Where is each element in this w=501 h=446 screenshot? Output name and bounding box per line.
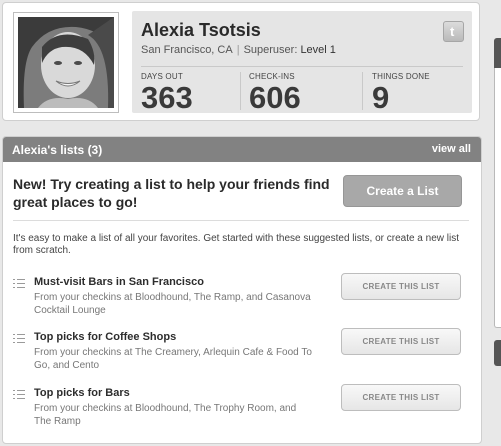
side-panel-header-edge — [494, 340, 501, 366]
user-location: San Francisco, CA — [141, 44, 233, 56]
lists-panel: Alexia's lists (3) view all New! Try cre… — [2, 136, 482, 444]
suggested-list-item: Must-visit Bars in San Francisco From yo… — [3, 273, 481, 324]
twitter-glyph: t — [450, 24, 455, 39]
side-panel-edge — [494, 38, 501, 328]
suggestion-description: From your checkins at The Creamery, Arle… — [34, 347, 312, 371]
suggestion-title[interactable]: Top picks for Bars — [34, 387, 130, 399]
stat-value: 363 — [141, 80, 193, 115]
superuser-label: Superuser: — [243, 44, 298, 56]
profile-info-panel: Alexia Tsotsis San Francisco, CA | Superus… — [132, 11, 472, 114]
user-meta: San Francisco, CA | Superuser: Level 1 — [141, 44, 336, 56]
meta-separator: | — [236, 44, 240, 56]
stat-days-out: DAYS OUT 363 — [141, 72, 193, 114]
twitter-icon[interactable]: t — [443, 21, 464, 42]
list-icon — [13, 333, 25, 343]
suggestion-description: From your checkins at Bloodhound, The Ra… — [34, 292, 311, 316]
side-panel-header-edge — [494, 38, 501, 68]
stat-value: 606 — [249, 80, 301, 115]
create-this-list-button[interactable]: CREATE THIS LIST — [341, 384, 461, 411]
promo-text: New! Try creating a list to help your fr… — [13, 176, 330, 210]
list-icon — [13, 278, 25, 288]
stats-divider — [141, 66, 463, 67]
profile-photo — [18, 17, 114, 108]
section-divider — [13, 220, 469, 221]
create-this-list-button[interactable]: CREATE THIS LIST — [341, 328, 461, 355]
suggested-list-item: Top picks for Bars From your checkins at… — [3, 384, 481, 435]
lists-header: Alexia's lists (3) view all — [3, 137, 481, 162]
list-icon — [13, 389, 25, 399]
view-all-link[interactable]: view all — [432, 143, 471, 155]
lists-title: Alexia's lists (3) — [12, 143, 103, 157]
stat-divider — [362, 72, 363, 110]
profile-card: Alexia Tsotsis San Francisco, CA | Superus… — [2, 2, 480, 121]
suggestion-title[interactable]: Must-visit Bars in San Francisco — [34, 276, 204, 288]
superuser-level: Level 1 — [300, 44, 336, 56]
avatar[interactable] — [13, 12, 119, 113]
stat-things-done: THINGS DONE 9 — [372, 72, 430, 114]
profile-page: Alexia Tsotsis San Francisco, CA | Superus… — [0, 0, 501, 446]
create-list-button[interactable]: Create a List — [343, 175, 462, 207]
suggestion-title[interactable]: Top picks for Coffee Shops — [34, 331, 176, 343]
suggestion-description: From your checkins at Bloodhound, The Tr… — [34, 403, 297, 427]
stat-check-ins: CHECK-INS 606 — [249, 72, 301, 114]
stat-divider — [240, 72, 241, 110]
suggested-list-item: Top picks for Coffee Shops From your che… — [3, 328, 481, 379]
create-this-list-button[interactable]: CREATE THIS LIST — [341, 273, 461, 300]
intro-text: It's easy to make a list of all your fav… — [13, 233, 459, 256]
stat-value: 9 — [372, 80, 390, 115]
user-name[interactable]: Alexia Tsotsis — [141, 20, 261, 41]
